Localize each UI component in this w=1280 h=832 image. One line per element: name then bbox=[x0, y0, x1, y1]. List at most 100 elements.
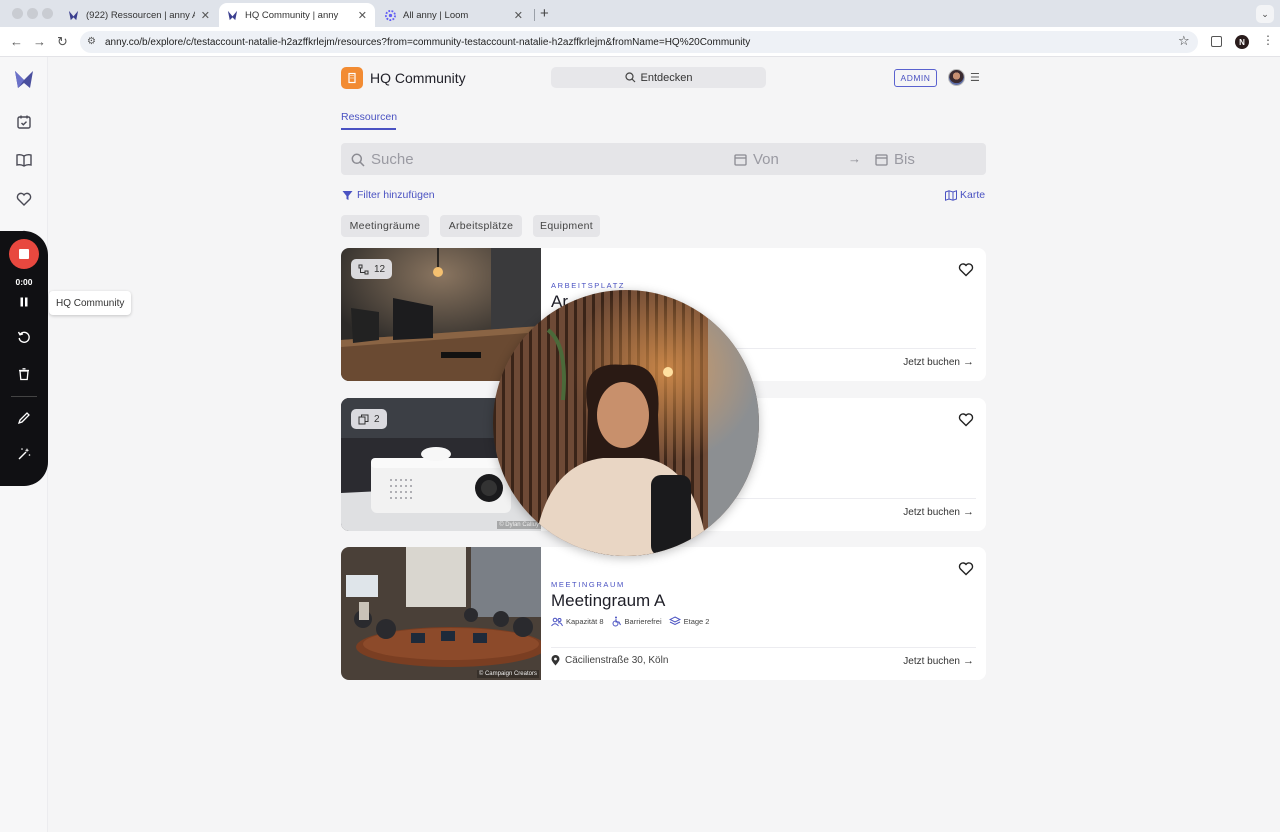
building-badge-icon bbox=[341, 67, 363, 89]
photo-credit: © Campaign Creators bbox=[476, 670, 539, 678]
address-text: Cäcilienstraße 30, Köln bbox=[565, 655, 669, 666]
date-from-input[interactable]: Von bbox=[734, 151, 779, 168]
tab-close-icon[interactable]: ✕ bbox=[514, 9, 523, 22]
filter-funnel-icon bbox=[342, 190, 353, 200]
room-count-badge: 12 bbox=[351, 259, 393, 279]
browser-tab-hq-community[interactable]: HQ Community | anny ✕ bbox=[219, 3, 375, 27]
resource-card[interactable]: © Campaign Creators MEETINGRAUM Meetingr… bbox=[341, 547, 986, 680]
tab-title: All anny | Loom bbox=[403, 9, 469, 21]
tab-ressourcen[interactable]: Ressourcen bbox=[341, 111, 397, 123]
book-now-link[interactable]: Jetzt buchen → bbox=[903, 655, 974, 667]
add-filter-label: Filter hinzufügen bbox=[357, 189, 435, 201]
favorite-heart-icon[interactable] bbox=[958, 561, 974, 576]
card-category: MEETINGRAUM bbox=[551, 580, 625, 589]
calendar-icon bbox=[734, 154, 747, 166]
arrow-right-icon: → bbox=[963, 506, 974, 518]
community-name: HQ Community bbox=[370, 70, 466, 86]
window-close-dot[interactable] bbox=[12, 8, 23, 19]
calendar-check-icon[interactable] bbox=[15, 113, 33, 131]
profile-avatar[interactable]: N bbox=[1235, 35, 1249, 49]
loom-favicon-icon bbox=[385, 9, 396, 21]
chip-equipment[interactable]: Equipment bbox=[533, 215, 600, 237]
card-divider bbox=[551, 647, 976, 648]
accessibility-label: Barrierefrei bbox=[624, 617, 662, 626]
reload-icon[interactable]: ↻ bbox=[57, 34, 68, 50]
anny-logo-icon[interactable] bbox=[14, 69, 34, 89]
tab-close-icon[interactable]: ✕ bbox=[201, 9, 210, 22]
window-zoom-dot[interactable] bbox=[42, 8, 53, 19]
arrow-right-icon: → bbox=[963, 655, 974, 667]
recording-timer: 0:00 bbox=[15, 277, 33, 287]
restart-icon[interactable] bbox=[17, 330, 31, 344]
webcam-bubble[interactable] bbox=[493, 290, 759, 556]
arrow-right-icon: → bbox=[963, 356, 974, 368]
webcam-feed bbox=[493, 290, 759, 556]
menu-hamburger-icon[interactable]: ☰ bbox=[970, 71, 980, 84]
card-title: Meetingraum A bbox=[551, 591, 666, 610]
browser-menu-icon[interactable]: ⋮ bbox=[1262, 33, 1274, 47]
community-header[interactable]: HQ Community bbox=[341, 67, 466, 89]
floor-label: Etage 2 bbox=[683, 617, 710, 626]
add-filter-button[interactable]: Filter hinzufügen bbox=[342, 189, 435, 201]
badge-count: 12 bbox=[374, 263, 386, 275]
anny-favicon-icon bbox=[68, 10, 79, 20]
book-open-icon[interactable] bbox=[15, 151, 33, 169]
side-panel-icon[interactable] bbox=[1211, 36, 1222, 47]
user-avatar[interactable] bbox=[948, 69, 965, 86]
search-icon bbox=[624, 72, 635, 83]
book-now-label: Jetzt buchen bbox=[903, 356, 960, 368]
map-view-button[interactable]: Karte bbox=[945, 189, 985, 201]
favorite-heart-icon[interactable] bbox=[958, 262, 974, 277]
pen-draw-icon[interactable] bbox=[17, 411, 31, 425]
loom-recording-controls: 0:00 bbox=[0, 231, 48, 486]
book-now-link[interactable]: Jetzt buchen → bbox=[903, 356, 974, 368]
browser-tab-bar: (922) Ressourcen | anny Adm ✕ HQ Communi… bbox=[0, 0, 1280, 27]
browser-tab-ressourcen[interactable]: (922) Ressourcen | anny Adm ✕ bbox=[60, 3, 218, 27]
pause-icon[interactable] bbox=[17, 295, 31, 309]
tab-search-chevron-icon[interactable]: ⌄ bbox=[1256, 5, 1274, 23]
url-bar[interactable]: ⚙ anny.co/b/explore/c/testaccount-natali… bbox=[80, 31, 1198, 53]
location-pin-icon bbox=[551, 655, 560, 666]
floor-attribute: Etage 2 bbox=[668, 616, 710, 627]
book-now-link[interactable]: Jetzt buchen → bbox=[903, 506, 974, 518]
search-input[interactable]: Suche bbox=[351, 151, 414, 168]
chip-arbeitsplaetze[interactable]: Arbeitsplätze bbox=[440, 215, 522, 237]
card-address: Cäcilienstraße 30, Köln bbox=[551, 655, 668, 666]
tab-title: HQ Community | anny bbox=[245, 9, 339, 21]
effects-wand-icon[interactable] bbox=[17, 447, 31, 461]
book-now-label: Jetzt buchen bbox=[903, 506, 960, 518]
admin-button[interactable]: ADMIN bbox=[894, 69, 937, 87]
item-count-badge: 2 bbox=[351, 409, 387, 429]
capacity-label: Kapazität 8 bbox=[566, 617, 604, 626]
site-settings-icon[interactable]: ⚙ bbox=[87, 36, 96, 47]
accessibility-attribute: Barrierefrei bbox=[611, 616, 662, 627]
search-icon bbox=[351, 153, 365, 167]
date-to-placeholder: Bis bbox=[894, 151, 915, 168]
chip-meetingraeume[interactable]: Meetingräume bbox=[341, 215, 429, 237]
layers-icon bbox=[668, 616, 681, 626]
explore-search-button[interactable]: Entdecken bbox=[551, 67, 766, 88]
tab-title: (922) Ressourcen | anny Adm bbox=[86, 9, 195, 21]
date-to-input[interactable]: Bis bbox=[875, 151, 915, 168]
calendar-icon bbox=[875, 154, 888, 166]
browser-tab-loom[interactable]: All anny | Loom ✕ bbox=[377, 3, 531, 27]
back-arrow-icon[interactable]: ← bbox=[10, 34, 23, 49]
hierarchy-icon bbox=[358, 264, 369, 274]
heart-icon[interactable] bbox=[15, 190, 33, 208]
new-tab-button[interactable]: + bbox=[540, 5, 549, 22]
bookmark-star-icon[interactable]: ☆ bbox=[1178, 33, 1190, 49]
photo-credit: © Dylan Calluy bbox=[497, 521, 541, 529]
resource-search-bar: Suche Von → Bis bbox=[341, 143, 986, 175]
card-attributes: Kapazität 8 Barrierefrei Etage 2 bbox=[551, 616, 716, 627]
forward-arrow-icon[interactable]: → bbox=[33, 34, 46, 49]
trash-icon[interactable] bbox=[17, 367, 31, 381]
explore-label: Entdecken bbox=[640, 71, 693, 84]
tab-separator bbox=[534, 9, 535, 21]
favorite-heart-icon[interactable] bbox=[958, 412, 974, 427]
stop-recording-button[interactable] bbox=[9, 239, 39, 269]
tab-tooltip: HQ Community bbox=[49, 291, 132, 315]
tab-close-icon[interactable]: ✕ bbox=[358, 9, 367, 22]
search-placeholder: Suche bbox=[371, 151, 414, 168]
window-minimize-dot[interactable] bbox=[27, 8, 38, 19]
capacity-attribute: Kapazität 8 bbox=[551, 617, 604, 627]
